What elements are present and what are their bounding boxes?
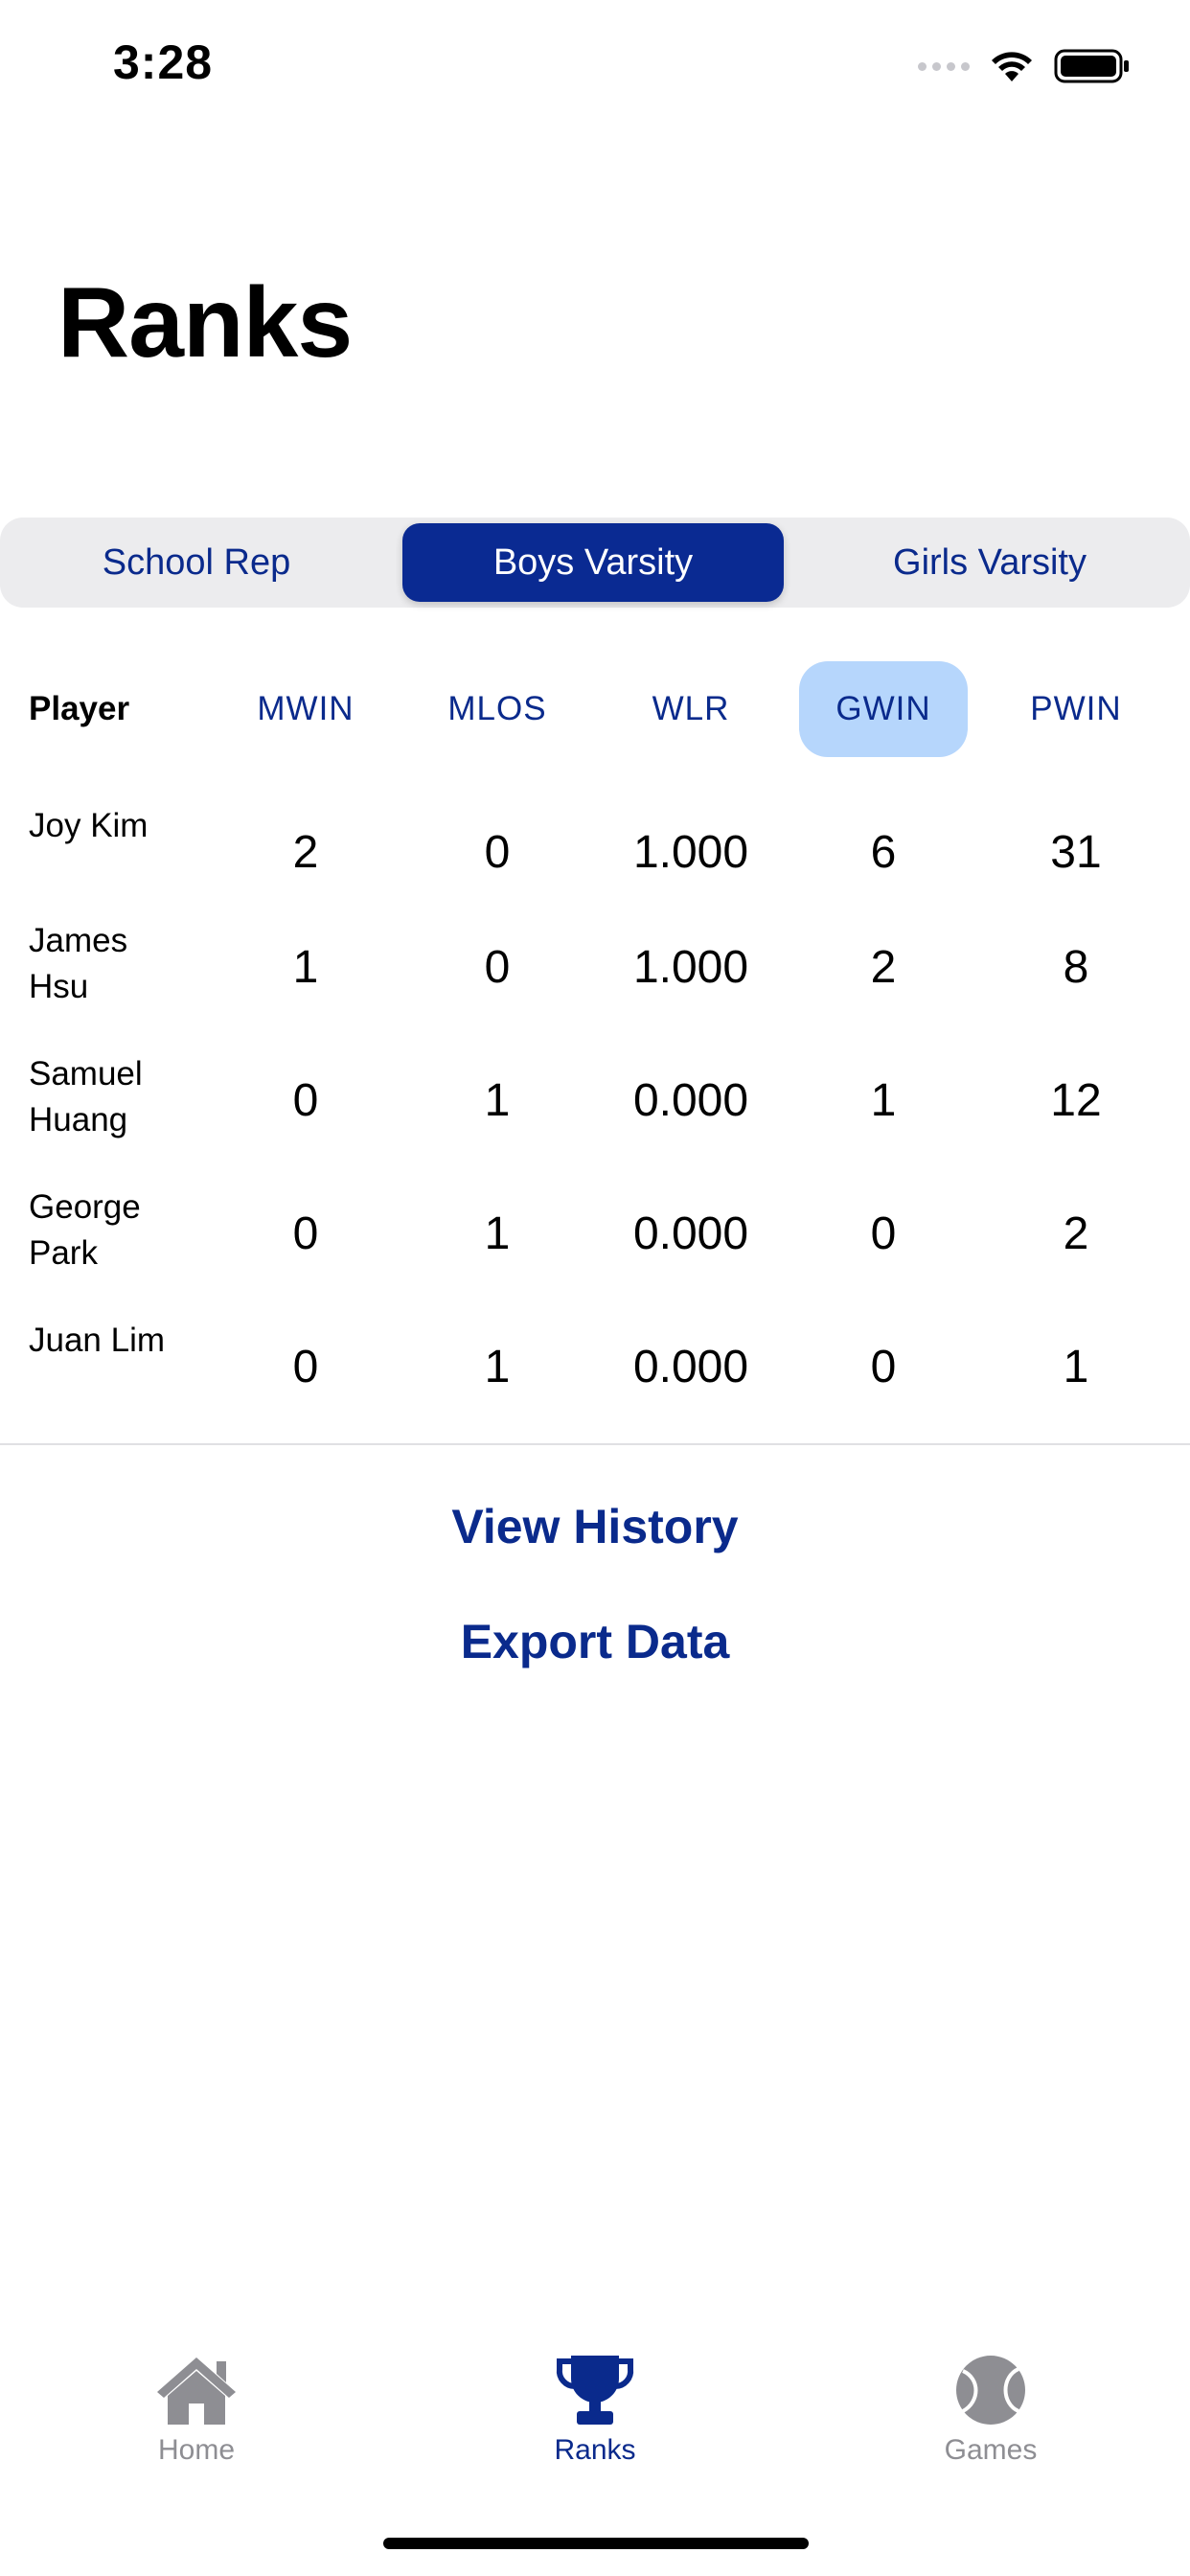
- mlos-value: 1: [484, 1208, 511, 1259]
- export-data-button[interactable]: Export Data: [0, 1614, 1190, 1669]
- gwin-value: 6: [870, 827, 897, 878]
- house-icon: [157, 2358, 236, 2425]
- player-name: Joy Kim: [29, 807, 149, 844]
- trophy-icon: [556, 2356, 634, 2425]
- tab-games-label: Games: [944, 2434, 1038, 2466]
- player-name: James Hsu: [29, 922, 128, 1005]
- mwin-value: 0: [292, 1342, 319, 1392]
- segment-school-rep[interactable]: School Rep: [0, 518, 393, 608]
- divider: [0, 1443, 1190, 1445]
- cellular-signal-icon: [918, 61, 970, 71]
- tab-ranks-label: Ranks: [554, 2434, 636, 2466]
- mwin-value: 0: [292, 1208, 319, 1259]
- header-gwin[interactable]: GWIN: [799, 661, 968, 757]
- team-segmented-control: School Rep Boys Varsity Girls Varsity: [0, 518, 1190, 608]
- table-row[interactable]: Joy Kim 2 0 1.000 6 31: [0, 795, 1190, 910]
- segment-girls-varsity[interactable]: Girls Varsity: [793, 518, 1186, 608]
- pwin-value: 2: [1063, 1208, 1089, 1259]
- view-history-button[interactable]: View History: [0, 1499, 1190, 1554]
- wlr-value: 1.000: [632, 827, 749, 878]
- gwin-value: 0: [870, 1342, 897, 1392]
- wifi-icon: [992, 52, 1032, 81]
- pwin-value: 8: [1063, 942, 1089, 993]
- tab-home-label: Home: [157, 2434, 236, 2466]
- header-mlos[interactable]: MLOS: [411, 661, 584, 757]
- player-name: George Park: [29, 1188, 141, 1272]
- pwin-value: 12: [1050, 1075, 1102, 1126]
- battery-icon: [1054, 49, 1129, 83]
- pwin-value: 1: [1063, 1342, 1089, 1392]
- table-row[interactable]: James Hsu 1 0 1.000 2 8: [0, 910, 1190, 1025]
- mwin-value: 1: [292, 942, 319, 993]
- status-icons: [918, 42, 1131, 90]
- wlr-value: 0.000: [632, 1208, 749, 1259]
- table-row[interactable]: Samuel Huang 0 1 0.000 1 12: [0, 1044, 1190, 1159]
- header-player: Player: [29, 690, 130, 727]
- status-bar: 3:28: [0, 0, 1190, 134]
- home-indicator: [383, 2538, 809, 2549]
- mwin-value: 2: [292, 827, 319, 878]
- gwin-value: 1: [870, 1075, 897, 1126]
- header-wlr[interactable]: WLR: [605, 661, 777, 757]
- mlos-value: 0: [484, 827, 511, 878]
- table-row[interactable]: Juan Lim 0 1 0.000 0 1: [0, 1310, 1190, 1425]
- wlr-value: 0.000: [632, 1342, 749, 1392]
- tab-ranks[interactable]: Ranks: [451, 2352, 739, 2467]
- mlos-value: 0: [484, 942, 511, 993]
- segment-boys-varsity[interactable]: Boys Varsity: [402, 523, 784, 602]
- wlr-value: 0.000: [632, 1075, 749, 1126]
- tennis-ball-icon: [956, 2356, 1025, 2425]
- header-pwin[interactable]: PWIN: [990, 661, 1162, 757]
- page-title: Ranks: [57, 267, 353, 379]
- wlr-value: 1.000: [632, 942, 749, 993]
- pwin-value: 31: [1050, 827, 1102, 878]
- mwin-value: 0: [292, 1075, 319, 1126]
- status-time: 3:28: [113, 35, 214, 89]
- tab-home[interactable]: Home: [53, 2352, 340, 2467]
- gwin-value: 0: [870, 1208, 897, 1259]
- mlos-value: 1: [484, 1342, 511, 1392]
- gwin-value: 2: [870, 942, 897, 993]
- player-name: Juan Lim: [29, 1322, 166, 1359]
- player-name: Samuel Huang: [29, 1055, 143, 1138]
- tab-games[interactable]: Games: [847, 2352, 1134, 2467]
- table-row[interactable]: George Park 0 1 0.000 0 2: [0, 1177, 1190, 1292]
- mlos-value: 1: [484, 1075, 511, 1126]
- header-mwin[interactable]: MWIN: [219, 661, 392, 757]
